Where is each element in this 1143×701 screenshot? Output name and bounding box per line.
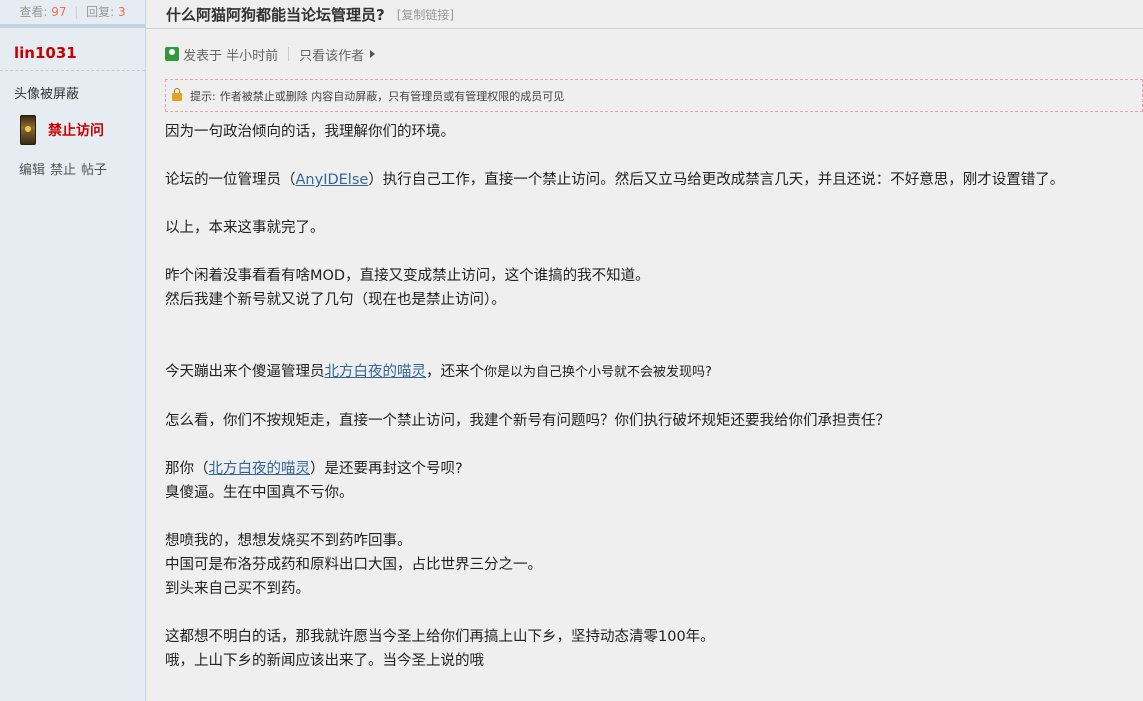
- post-paragraph: 怎么看，你们不按规矩走，直接一个禁止访问，我建个新号有问题吗？你们执行破坏规矩还…: [165, 413, 890, 429]
- post-paragraph: 昨个闲着没事看看有啥MOD，直接又变成禁止访问，这个谁搞的我不知道。: [165, 268, 650, 284]
- post-body: 因为一句政治倾向的话，我理解你们的环境。 论坛的一位管理员（AnyIDElse）…: [146, 112, 1143, 673]
- online-status-icon: [165, 47, 179, 61]
- post-paragraph: 这都想不明白的话，那我就许愿当今圣上给你们再搞上山下乡，坚持动态清零100年。: [165, 629, 715, 645]
- post-paragraph: 哦，上山下乡的新闻应该出来了。当今圣上说的哦: [165, 653, 484, 669]
- post-text: ，还来个: [426, 364, 484, 380]
- post-text: 今天蹦出来个傻逼管理员: [165, 364, 325, 380]
- user-mention-link[interactable]: AnyIDElse: [296, 172, 369, 188]
- thread-title: 什么阿猫阿狗都能当论坛管理员?: [166, 5, 385, 24]
- views-label: 查看:: [19, 5, 48, 19]
- notice-text: 作者被禁止或删除 内容自动屏蔽，只有管理员或有管理权限的成员可见: [219, 89, 565, 103]
- thread-stats: 查看: 97 | 回复: 3: [0, 0, 145, 28]
- post-text: 你是以为自己换个小号就不会被发现吗?: [484, 365, 712, 380]
- post-text: ）是还要再封这个号呗?: [310, 461, 463, 477]
- admin-actions: 编辑 禁止 帖子: [0, 145, 145, 178]
- notice-prefix: 提示:: [190, 89, 216, 103]
- author-sidebar: 查看: 97 | 回复: 3 lin1031 头像被屏蔽 禁止访问 编辑 禁止 帖子: [0, 0, 146, 701]
- author-row: lin1031: [0, 28, 145, 71]
- replies-count: 3: [118, 5, 126, 19]
- replies-label: 回复:: [86, 5, 115, 19]
- edit-user-link[interactable]: 编辑: [19, 163, 45, 178]
- post-text: 论坛的一位管理员（: [165, 172, 296, 188]
- lock-icon: [172, 88, 182, 101]
- copy-link-button[interactable]: [复制链接]: [397, 6, 454, 23]
- stats-divider: |: [74, 5, 79, 19]
- user-group-icon: [20, 115, 36, 145]
- post-paragraph: 然后我建个新号就又说了几句（现在也是禁止访问）。: [165, 292, 506, 308]
- post-paragraph: 以上，本来这事就完了。: [165, 220, 325, 236]
- only-author-link[interactable]: 只看该作者: [299, 45, 364, 64]
- user-group-row: 禁止访问: [0, 107, 145, 145]
- thread-title-bar: 什么阿猫阿狗都能当论坛管理员? [复制链接]: [146, 0, 1143, 29]
- arrow-right-icon: [370, 50, 376, 58]
- post-paragraph: 臭傻逼。生在中国真不亏你。: [165, 485, 354, 501]
- views-count: 97: [51, 5, 67, 19]
- post-paragraph: 论坛的一位管理员（AnyIDElse）执行自己工作，直接一个禁止访问。然后又立马…: [165, 168, 1143, 192]
- blocked-notice: 提示: 作者被禁止或删除 内容自动屏蔽，只有管理员或有管理权限的成员可见: [165, 79, 1143, 112]
- meta-divider: [288, 47, 290, 61]
- avatar-blocked-note: 头像被屏蔽: [14, 87, 80, 102]
- user-mention-link[interactable]: 北方白夜的喵灵: [209, 461, 311, 477]
- user-group-label: 禁止访问: [48, 123, 104, 139]
- post-paragraph: 那你（北方白夜的喵灵）是还要再封这个号呗?: [165, 457, 1143, 481]
- post-time: 发表于 半小时前: [183, 48, 279, 64]
- post-paragraph: 今天蹦出来个傻逼管理员北方白夜的喵灵，还来个你是以为自己换个小号就不会被发现吗?: [165, 360, 1143, 385]
- post-paragraph: 因为一句政治倾向的话，我理解你们的环境。: [165, 124, 455, 140]
- author-name-link[interactable]: lin1031: [14, 44, 77, 62]
- post-paragraph: 想喷我的，想想发烧买不到药咋回事。: [165, 533, 412, 549]
- ban-user-link[interactable]: 禁止: [50, 163, 76, 178]
- post-paragraph: 到头来自己买不到药。: [165, 581, 310, 597]
- post-main: 什么阿猫阿狗都能当论坛管理员? [复制链接] 发表于 半小时前 只看该作者 提示…: [146, 0, 1143, 701]
- post-text: 那你（: [165, 461, 209, 477]
- post-paragraph: 中国可是布洛芬成药和原料出口大国，占比世界三分之一。: [165, 557, 542, 573]
- user-posts-link[interactable]: 帖子: [81, 163, 107, 178]
- post-text: ）执行自己工作，直接一个禁止访问。然后又立马给更改成禁言几天，并且还说：不好意思…: [368, 172, 1065, 188]
- user-mention-link[interactable]: 北方白夜的喵灵: [325, 364, 427, 380]
- post-meta: 发表于 半小时前 只看该作者: [146, 29, 1143, 79]
